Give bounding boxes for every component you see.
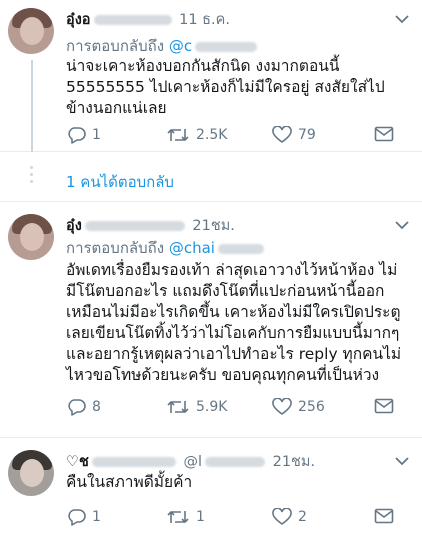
- message-icon: [374, 126, 394, 142]
- tweet-actions: 8 5.9K 256: [66, 398, 408, 420]
- replying-to: การตอบกลับถึง @c: [66, 34, 260, 58]
- chevron-down-icon[interactable]: [394, 218, 410, 232]
- timestamp[interactable]: 21ชม.: [273, 454, 315, 470]
- retweet-icon: [167, 511, 189, 523]
- retweet-button[interactable]: 2.5K: [166, 126, 227, 144]
- thread-line: [31, 60, 33, 152]
- reply-icon: [68, 127, 86, 144]
- reply-button[interactable]: 1: [66, 126, 101, 144]
- like-icon: [272, 508, 292, 525]
- display-name[interactable]: ♡ช: [66, 454, 89, 470]
- reply-icon: [68, 399, 86, 416]
- like-button[interactable]: 79: [272, 126, 316, 144]
- tweet-3[interactable]: ♡ช @l 21ชม. คืนในสภาพดีมั้ยค้า 1 1 2: [0, 438, 422, 544]
- avatar[interactable]: [8, 8, 54, 54]
- chevron-down-icon[interactable]: [394, 454, 410, 468]
- tweet-text: อัพเดทเรื่องยืมรองเท้า ล่าสุดเอาวางไว้หน…: [66, 261, 402, 384]
- blurred-username: [93, 15, 172, 25]
- like-button[interactable]: 256: [272, 398, 325, 416]
- display-name[interactable]: อุ๋ง: [66, 218, 82, 234]
- tweet-text: คืนในสภาพดีมั้ยค้า: [66, 473, 193, 491]
- chevron-down-icon[interactable]: [394, 12, 410, 26]
- avatar[interactable]: [8, 214, 54, 260]
- mention-link[interactable]: @c: [169, 37, 192, 55]
- tweet-1[interactable]: อุ๋งอ 11 ธ.ค. การตอบกลับถึง @c น่าจะเคาะ…: [0, 0, 422, 152]
- tweet-text: น่าจะเคาะห้องบอกกันสักนิด งงมากตอนนี้ 55…: [66, 57, 385, 117]
- retweet-button[interactable]: 1: [166, 508, 205, 526]
- reply-button[interactable]: 8: [66, 398, 101, 416]
- avatar[interactable]: [8, 450, 54, 496]
- message-icon: [374, 508, 394, 524]
- blurred-username: [91, 457, 176, 467]
- retweet-button[interactable]: 5.9K: [166, 398, 227, 416]
- like-icon: [272, 398, 292, 415]
- message-button[interactable]: [374, 508, 394, 524]
- timestamp[interactable]: 21ชม.: [192, 218, 234, 234]
- tweet-actions: 1 2.5K 79: [66, 126, 408, 148]
- message-icon: [374, 398, 394, 414]
- blurred-username: [84, 221, 185, 231]
- reply-icon: [68, 509, 86, 526]
- replying-to: การตอบกลับถึง @chai: [66, 236, 267, 260]
- like-icon: [272, 126, 292, 143]
- reply-button[interactable]: 1: [66, 508, 101, 526]
- timestamp[interactable]: 11 ธ.ค.: [179, 12, 230, 28]
- message-button[interactable]: [374, 398, 394, 414]
- message-button[interactable]: [374, 126, 394, 142]
- show-replies-link[interactable]: 1 คนได้ตอบกลับ: [66, 170, 174, 194]
- tweet-2[interactable]: อุ๋ง 21ชม. การตอบกลับถึง @chai อัพเดทเรื…: [0, 202, 422, 438]
- mention-link[interactable]: @chai: [169, 239, 215, 257]
- like-button[interactable]: 2: [272, 508, 307, 526]
- retweet-icon: [167, 401, 189, 413]
- display-name[interactable]: อุ๋งอ: [66, 12, 91, 28]
- tweet-actions: 1 1 2: [66, 508, 408, 530]
- handle[interactable]: @l: [183, 454, 202, 470]
- retweet-icon: [167, 129, 189, 141]
- thread-dots: [30, 166, 33, 187]
- show-replies-row[interactable]: 1 คนได้ตอบกลับ: [0, 152, 422, 202]
